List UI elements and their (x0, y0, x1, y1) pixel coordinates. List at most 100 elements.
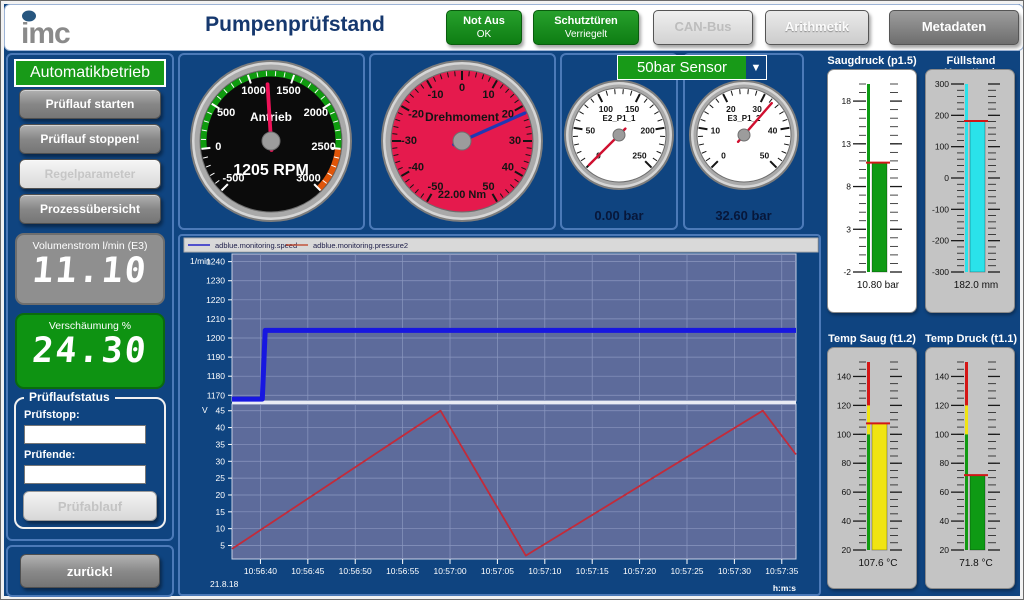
svg-text:100: 100 (935, 142, 949, 152)
schutztueren-button[interactable]: Schutztüren Verriegelt (533, 10, 639, 45)
svg-text:18: 18 (842, 96, 852, 106)
prueflauf-starten-button[interactable]: Prüflauf starten (19, 89, 161, 119)
temp-saug-meter: 20406080100120140107.6 °C (827, 347, 917, 589)
arithmetik-label: Arithmetik (785, 19, 849, 36)
svg-text:3: 3 (846, 224, 851, 234)
svg-text:-20: -20 (408, 109, 424, 121)
svg-text:-2: -2 (843, 267, 851, 277)
svg-text:40: 40 (502, 162, 514, 174)
svg-text:10:56:45: 10:56:45 (291, 566, 324, 576)
arithmetik-button[interactable]: Arithmetik (765, 10, 869, 45)
pruefablauf-button[interactable]: Prüfablauf (23, 491, 157, 521)
prozessuebersicht-button[interactable]: Prozessübersicht (19, 194, 161, 224)
prueflauf-stoppen-button[interactable]: Prüflauf stoppen! (19, 124, 161, 154)
svg-text:-300: -300 (932, 267, 949, 277)
svg-text:-30: -30 (401, 135, 417, 147)
saugdruck-meter-graphic: -238131810.80 bar (828, 70, 916, 310)
svg-text:-40: -40 (408, 162, 424, 174)
svg-text:1500: 1500 (276, 85, 300, 97)
temp-saug-meter-title: Temp Saug (t1.2) (824, 333, 920, 345)
svg-text:45: 45 (216, 406, 226, 416)
svg-text:60: 60 (842, 487, 852, 497)
svg-text:100: 100 (935, 429, 949, 439)
header: imc Pumpenprüfstand Not Aus OK Schutztür… (4, 4, 1024, 51)
volumenstrom-display: Volumenstrom l/min (E3) 11.10 (15, 233, 165, 305)
mode-indicator: Automatikbetrieb (14, 59, 166, 87)
metadaten-button[interactable]: Metadaten (889, 10, 1019, 45)
pump-test-stand-app: imc Pumpenprüfstand Not Aus OK Schutztür… (0, 0, 1024, 600)
svg-text:200: 200 (935, 110, 949, 120)
svg-text:E2_P1_1: E2_P1_1 (603, 114, 636, 123)
svg-text:-200: -200 (932, 236, 949, 246)
svg-text:10:57:10: 10:57:10 (528, 566, 561, 576)
can-bus-button[interactable]: CAN-Bus (653, 10, 753, 45)
page-title: Pumpenprüfstand (145, 13, 445, 37)
can-bus-label: CAN-Bus (674, 19, 731, 36)
verschaeumung-display: Verschäumung % 24.30 (15, 313, 165, 389)
fuellstand-meter-graphic: -300-200-1000100200300182.0 mm (926, 70, 1014, 310)
svg-text:adblue.monitoring.speed: adblue.monitoring.speed (215, 241, 297, 250)
svg-text:182.0 mm: 182.0 mm (954, 280, 998, 291)
svg-text:10:57:25: 10:57:25 (670, 566, 703, 576)
svg-text:20: 20 (726, 104, 736, 114)
svg-text:50: 50 (760, 151, 770, 161)
svg-text:35: 35 (216, 439, 226, 449)
pruefende-field[interactable] (24, 465, 146, 484)
svg-text:500: 500 (217, 107, 235, 119)
svg-text:30: 30 (509, 135, 521, 147)
svg-text:1170: 1170 (207, 390, 226, 400)
temp-saug-meter-graphic: 20406080100120140107.6 °C (828, 348, 916, 586)
e2-pressure-gauge: 050100150200250E2_P1_1 (562, 77, 676, 199)
svg-text:140: 140 (935, 371, 949, 381)
svg-text:1/min: 1/min (190, 256, 211, 266)
svg-text:150: 150 (625, 104, 639, 114)
not-aus-button[interactable]: Not Aus OK (446, 10, 522, 45)
schutztueren-label: Schutztüren (554, 14, 618, 28)
svg-text:8: 8 (846, 182, 851, 192)
svg-text:1210: 1210 (206, 314, 225, 324)
svg-text:10:56:40: 10:56:40 (244, 566, 277, 576)
svg-text:71.8 °C: 71.8 °C (959, 558, 992, 569)
svg-text:adblue.monitoring.pressure2: adblue.monitoring.pressure2 (313, 241, 408, 250)
svg-text:10:57:00: 10:57:00 (433, 566, 466, 576)
svg-text:120: 120 (837, 400, 851, 410)
saugdruck-meter: -238131810.80 bar (827, 69, 917, 313)
svg-text:0: 0 (944, 173, 949, 183)
svg-text:2500: 2500 (311, 141, 335, 153)
svg-text:50: 50 (586, 125, 596, 135)
svg-text:80: 80 (940, 458, 950, 468)
svg-text:1230: 1230 (206, 276, 225, 286)
not-aus-label: Not Aus (463, 14, 505, 28)
svg-text:1000: 1000 (241, 85, 265, 97)
svg-text:10:57:30: 10:57:30 (718, 566, 751, 576)
svg-text:5: 5 (220, 541, 225, 551)
svg-text:107.6 °C: 107.6 °C (858, 558, 897, 569)
svg-text:120: 120 (935, 400, 949, 410)
svg-text:V: V (202, 405, 208, 415)
imc-logo: imc (19, 7, 93, 54)
zurueck-button[interactable]: zurück! (20, 554, 160, 588)
regelparameter-button[interactable]: Regelparameter (19, 159, 161, 189)
svg-text:20: 20 (940, 545, 950, 555)
svg-text:0: 0 (459, 82, 465, 94)
e3-pressure-gauge: 01020304050E3_P1_2 (687, 77, 801, 199)
svg-text:250: 250 (632, 151, 646, 161)
svg-text:20: 20 (842, 545, 852, 555)
svg-text:80: 80 (842, 458, 852, 468)
pruefstopp-field[interactable] (24, 425, 146, 444)
svg-text:140: 140 (837, 371, 851, 381)
schutztueren-state: Verriegelt (565, 28, 607, 41)
svg-text:1200: 1200 (206, 333, 225, 343)
svg-text:10: 10 (482, 89, 494, 101)
e3-pressure-value: 32.60 bar (685, 208, 802, 223)
svg-text:10:56:55: 10:56:55 (386, 566, 419, 576)
sidebar: Automatikbetrieb Prüflauf starten Prüfla… (6, 53, 174, 541)
svg-text:20: 20 (216, 490, 226, 500)
chevron-down-icon: ▼ (746, 56, 766, 79)
not-aus-state: OK (477, 28, 491, 41)
sensor-range-dropdown[interactable]: 50bar Sensor ▼ (617, 55, 767, 80)
svg-text:2000: 2000 (304, 107, 328, 119)
svg-text:1180: 1180 (207, 371, 226, 381)
fuellstand-meter: -300-200-1000100200300182.0 mm (925, 69, 1015, 313)
svg-text:40: 40 (940, 516, 950, 526)
